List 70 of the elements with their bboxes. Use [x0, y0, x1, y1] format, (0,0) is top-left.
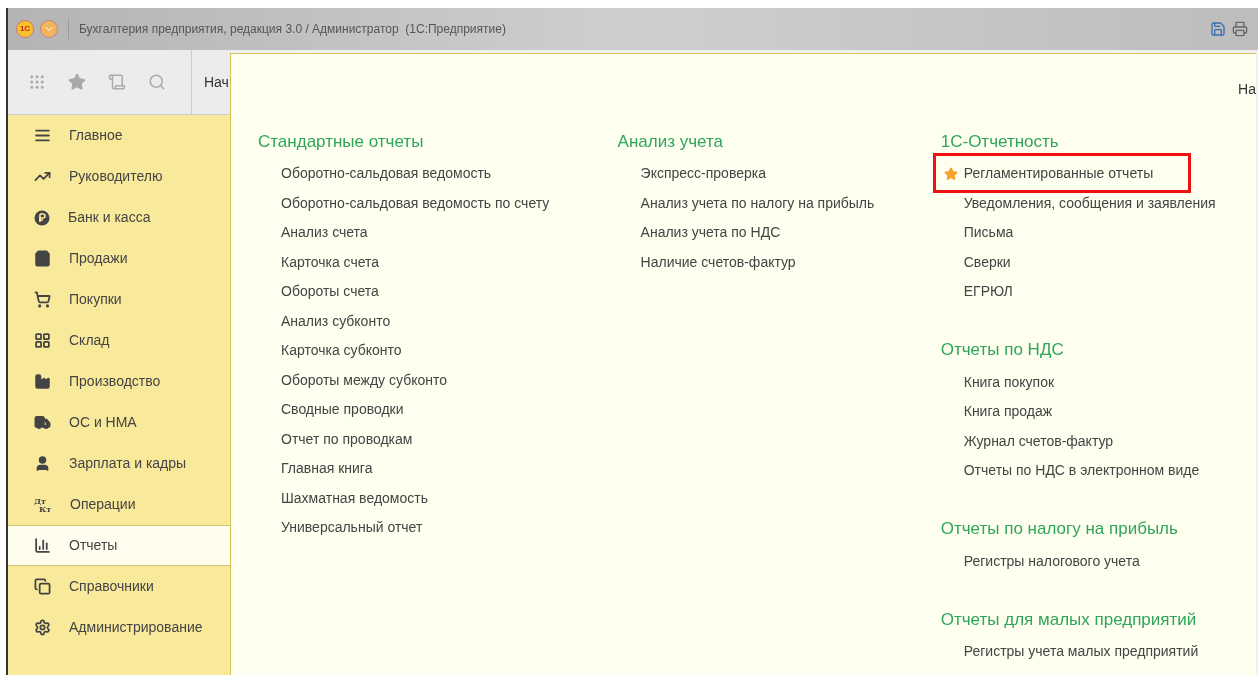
report-link[interactable]: Оборотно-сальдовая ведомость по счету [258, 192, 550, 214]
star-icon[interactable] [68, 73, 86, 91]
section-heading: Отчеты по НДС [940, 339, 1065, 362]
report-link[interactable]: Анализ субконто [258, 310, 391, 332]
apps-icon[interactable] [28, 73, 46, 91]
section-heading: 1С-Отчетность [940, 130, 1060, 153]
sidebar-item[interactable]: Продажи [8, 238, 231, 279]
report-link[interactable]: Обороты между субконто [258, 369, 448, 391]
report-link[interactable]: Универсальный отчет [258, 517, 423, 539]
report-link[interactable]: Сверки [940, 251, 1011, 273]
panel-caption: На [1238, 79, 1256, 99]
report-link[interactable]: ЕГРЮЛ [940, 281, 1013, 303]
section-heading: Анализ учета [617, 130, 724, 153]
report-link[interactable]: Карточка субконто [258, 340, 402, 362]
report-link[interactable]: Регистры налогового учета [940, 550, 1140, 572]
report-link[interactable]: Письма [940, 222, 1014, 244]
section-heading: Отчеты по налогу на прибыль [940, 518, 1179, 541]
section-icon [34, 414, 51, 431]
report-link[interactable]: Шахматная ведомость [258, 487, 428, 509]
report-link[interactable]: Оборотно-сальдовая ведомость [258, 163, 492, 185]
section-heading: Отчеты для малых предприятий [940, 608, 1198, 631]
sidebar-item[interactable]: Зарплата и кадры [8, 443, 231, 484]
report-link[interactable]: Наличие счетов-фактур [617, 251, 796, 273]
window-title: Бухгалтерия предприятия, редакция 3.0 / Администратор (1С:Предприятие) [79, 21, 506, 38]
sidebar-item[interactable]: Главное [8, 115, 231, 156]
report-link[interactable]: Анализ учета по НДС [617, 222, 781, 244]
menu-button[interactable] [40, 20, 58, 38]
report-link[interactable]: Сводные проводки [258, 399, 404, 421]
section-icon [34, 537, 51, 554]
tab[interactable]: Нач [192, 50, 229, 114]
section-icon [34, 373, 51, 390]
history-icon[interactable] [108, 73, 126, 91]
printer-icon[interactable] [1232, 21, 1248, 37]
report-link[interactable]: Главная книга [258, 458, 373, 480]
sidebar-item[interactable]: Дт Кт Операции [8, 484, 231, 525]
report-link[interactable]: Книга покупок [940, 371, 1055, 393]
report-link[interactable]: Анализ счета [258, 222, 368, 244]
report-link[interactable]: Регламентированные отчеты [940, 163, 1154, 185]
section-icon [34, 332, 51, 349]
report-link[interactable]: Обороты счета [258, 281, 379, 303]
sidebar-item[interactable]: Банк и касса [8, 197, 231, 238]
sidebar-item[interactable]: Производство [8, 361, 231, 402]
section-icon [34, 291, 51, 308]
sidebar-item[interactable]: Справочники [8, 566, 231, 607]
report-link[interactable]: Карточка счета [258, 251, 380, 273]
sidebar-item[interactable]: Покупки [8, 279, 231, 320]
sidebar-item[interactable]: ОС и НМА [8, 402, 231, 443]
section-icon [34, 619, 51, 636]
section-icon [34, 209, 50, 226]
report-link[interactable]: Анализ учета по налогу на прибыль [617, 192, 875, 214]
report-link[interactable]: Уведомления, сообщения и заявления [940, 192, 1216, 214]
sidebar-item[interactable]: Склад [8, 320, 231, 361]
search-icon[interactable] [148, 73, 166, 91]
report-link[interactable]: Отчет по проводкам [258, 428, 413, 450]
section-icon [34, 127, 51, 144]
section-heading: Стандартные отчеты [258, 130, 425, 153]
report-link[interactable]: Журнал счетов-фактур [940, 430, 1114, 452]
sidebar-item[interactable]: Администрирование [8, 607, 231, 648]
section-icon [34, 578, 51, 595]
report-link[interactable]: Экспресс-проверка [617, 163, 766, 185]
sidebar-item[interactable]: Отчеты [8, 525, 231, 566]
section-icon [34, 455, 51, 472]
sidebar-item[interactable]: Руководителю [8, 156, 231, 197]
debit-credit-icon: Дт Кт [34, 496, 52, 513]
report-link[interactable]: Регистры учета малых предприятий [940, 641, 1199, 663]
favorite-star-icon[interactable] [943, 166, 958, 181]
report-link[interactable]: Книга продаж [940, 401, 1053, 423]
section-icon [34, 250, 51, 267]
report-link[interactable]: Отчеты по НДС в электронном виде [940, 460, 1200, 482]
save-icon[interactable] [1210, 21, 1226, 37]
